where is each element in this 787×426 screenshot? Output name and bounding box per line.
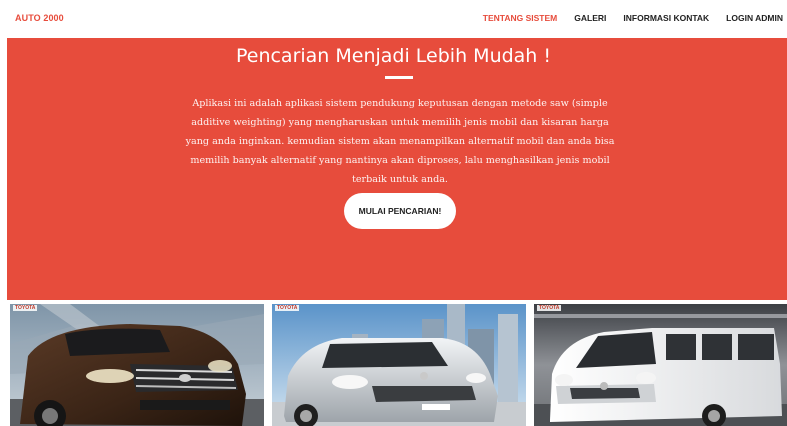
nav-link-tentang-sistem[interactable]: TENTANG SISTEM (483, 13, 557, 23)
toyota-logo-tag: TOYOTA (13, 305, 38, 311)
start-search-button[interactable]: MULAI PENCARIAN! (344, 193, 456, 229)
gallery-item-hatchback[interactable]: TOYOTA (272, 304, 526, 426)
gallery-item-suv[interactable]: TOYOTA (10, 304, 264, 426)
agya-hatchback-photo (272, 304, 526, 426)
brand-logo-link[interactable]: AUTO 2000 (15, 13, 64, 23)
nav-link-login-admin[interactable]: LOGIN ADMIN (726, 13, 783, 23)
toyota-logo-tag: TOYOTA (537, 305, 562, 311)
top-navbar: AUTO 2000 TENTANG SISTEM GALERI INFORMAS… (0, 0, 787, 38)
hiace-van-photo (534, 304, 787, 426)
nav-link-galeri[interactable]: GALERI (574, 13, 606, 23)
main-nav: TENTANG SISTEM GALERI INFORMASI KONTAK L… (466, 13, 783, 23)
car-gallery: TOYOTA TOYOTA TOYOTA (7, 300, 787, 426)
nav-link-informasi-kontak[interactable]: INFORMASI KONTAK (623, 13, 709, 23)
hero-description: Aplikasi ini adalah aplikasi sistem pend… (185, 98, 615, 185)
hero-title: Pencarian Menjadi Lebih Mudah ! (235, 45, 552, 67)
hero-divider (385, 76, 413, 79)
gallery-item-van[interactable]: TOYOTA (534, 304, 787, 426)
toyota-logo-tag: TOYOTA (275, 305, 300, 311)
fortuner-suv-photo (10, 304, 264, 426)
